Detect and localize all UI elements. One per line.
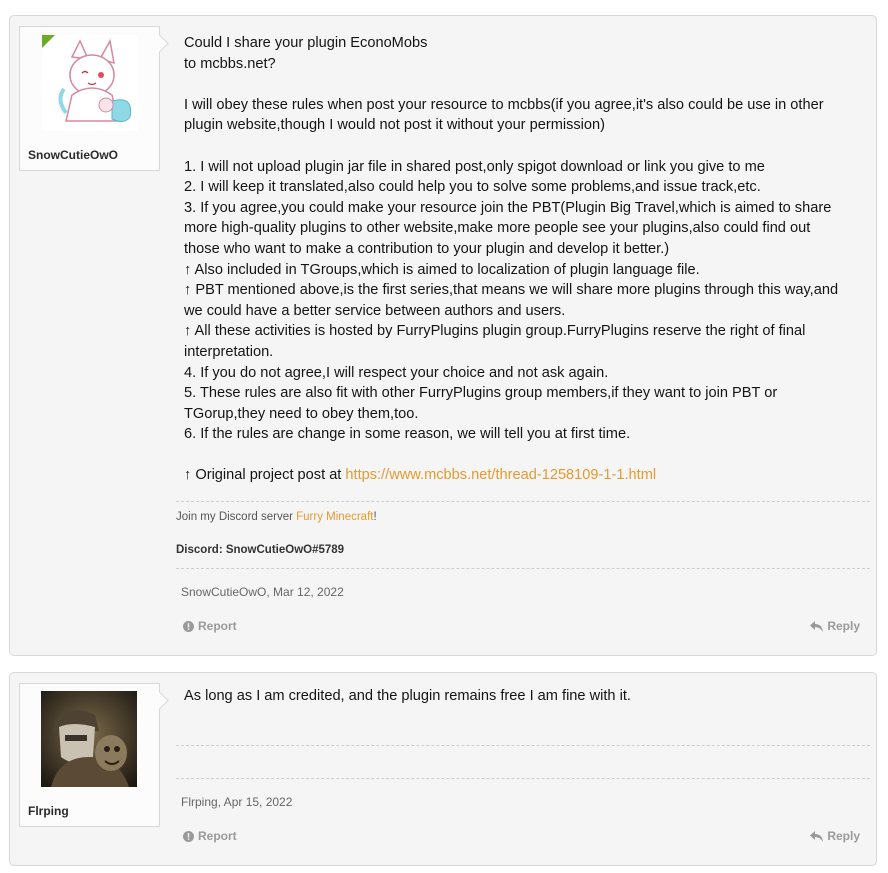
post-byline: Flrping, Apr 15, 2022 [181,795,293,809]
post-byline: SnowCutieOwO, Mar 12, 2022 [181,585,344,599]
message-line: 5. These rules are also fit with other F… [184,385,778,402]
warning-circle-icon [183,830,194,842]
message-line: I will obey these rules when post your r… [184,96,824,113]
message-line: 2. I will keep it translated,also could … [184,179,761,196]
signature-suffix: ! [373,511,377,523]
avatar[interactable] [42,35,138,131]
user-info-box: Flrping [19,683,160,827]
discord-server-link[interactable]: Furry Minecraft [296,511,373,523]
original-post-line: ↑ Original project post at https://www.m… [184,465,870,486]
signature-discord-line: Join my Discord server Furry Minecraft! [176,511,377,523]
message-line: interpretation. [184,343,274,360]
reply-button[interactable]: Reply [810,619,860,633]
username[interactable]: SnowCutieOwO [28,148,118,162]
reply-label: Reply [827,829,860,843]
message-line: 6. If the rules are change in some reaso… [184,426,631,443]
report-button[interactable]: Report [183,619,237,633]
message-text: As long as I am credited, and the plugin… [184,688,631,704]
message-post: SnowCutieOwO Could I share your plugin E… [9,15,877,656]
meta-divider [176,568,870,569]
message-line: 4. If you do not agree,I will respect yo… [184,364,609,381]
message-line: ↑ All these activities is hosted by Furr… [184,323,806,340]
message-line: ↑ Also included in TGroups,which is aime… [184,261,700,278]
report-label: Report [198,829,237,843]
meta-divider [176,778,870,779]
report-button[interactable]: Report [183,829,237,843]
signature-divider [176,745,870,746]
signature-text: Join my Discord server [176,511,297,523]
message-line: plugin website,though I would not post i… [184,117,606,134]
signature-divider [176,501,870,502]
original-post-prefix: ↑ Original project post at [184,467,346,484]
avatar[interactable] [41,691,137,787]
message-line: Could I share your plugin EconoMobs [184,35,428,51]
avatar-image [42,35,138,131]
message-line: ↑ PBT mentioned above,is the first serie… [184,282,839,299]
message-body: Could I share your plugin EconoMobs to mc… [184,33,870,486]
username[interactable]: Flrping [28,804,69,818]
warning-circle-icon [183,620,194,632]
reply-arrow-icon [810,830,824,842]
reply-label: Reply [827,619,860,633]
reply-button[interactable]: Reply [810,829,860,843]
message-post: Flrping As long as I am credited, and th… [9,672,877,866]
user-info-box: SnowCutieOwO [19,26,160,171]
message-line: those who want to make a contribution to… [184,240,670,257]
message-line: we could have a better service between a… [184,302,566,319]
original-post-link[interactable]: https://www.mcbbs.net/thread-1258109-1-1… [345,467,656,483]
discord-tag: Discord: SnowCutieOwO#5789 [176,544,345,556]
reply-arrow-icon [810,620,824,632]
message-line: 3. If you agree,you could make your reso… [184,199,832,216]
message-line: TGorup,they need to obey them,too. [184,405,419,422]
online-indicator-icon [42,35,55,48]
message-line: 1. I will not upload plugin jar file in … [184,158,765,175]
message-line: to mcbbs.net? [184,55,276,72]
message-lines: Could I share your plugin EconoMobs to mc… [184,33,870,465]
message-line: more high-quality plugins to other websi… [184,220,811,237]
message-body: As long as I am credited, and the plugin… [184,686,870,707]
report-label: Report [198,619,237,633]
signature-discord-tag: Discord: SnowCutieOwO#5789 [176,544,344,556]
avatar-image [41,691,137,787]
